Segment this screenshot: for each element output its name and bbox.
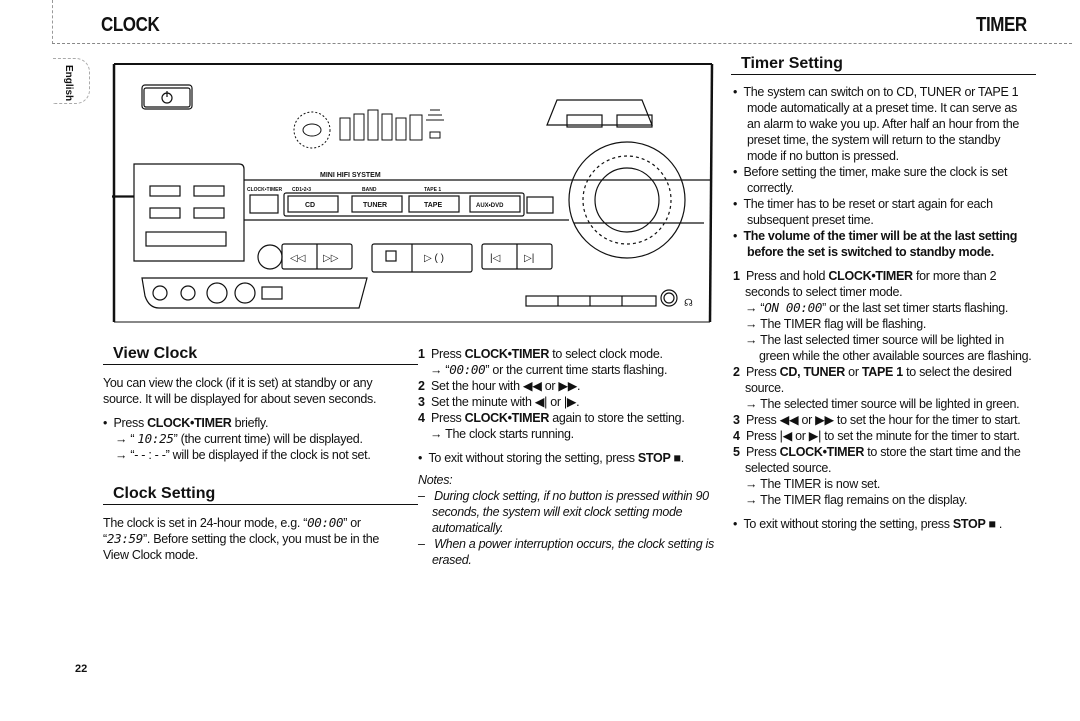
timer-step-1-result-3: → The last selected timer source will be… (745, 333, 1032, 363)
section-title-clock-setting: Clock Setting (103, 485, 418, 505)
cd-button: CD (305, 202, 315, 209)
notes-title: Notes: (418, 473, 453, 487)
timer-setting-body: • The system can switch on to CD, TUNER … (733, 84, 1033, 532)
rewind-icon: ◁◁ (290, 253, 306, 264)
band-label: BAND (362, 187, 377, 193)
clock-step-3: 3 Set the minute with ◀| or |▶. (418, 395, 580, 409)
timer-step-5: 5 Press CLOCK•TIMER to store the start t… (733, 445, 1021, 475)
note-2: – When a power interruption occurs, the … (418, 537, 714, 567)
cd-label: CD1•2•3 (292, 187, 311, 193)
view-clock-body: You can view the clock (if it is set) at… (103, 375, 403, 463)
clock-setting-steps: 1 Press CLOCK•TIMER to select clock mode… (418, 346, 718, 568)
header-rule (52, 43, 1072, 44)
timer-bullet-4: • The volume of the timer will be at the… (733, 229, 1018, 259)
clock-step-2: 2 Set the hour with ◀◀ or ▶▶. (418, 379, 581, 393)
timer-step-3: 3 Press ◀◀ or ▶▶ to set the hour for the… (733, 413, 1021, 427)
clock-step-1: 1 Press CLOCK•TIMER to select clock mode… (418, 347, 663, 361)
brand-label: MINI HIFI SYSTEM (320, 172, 381, 179)
page-number: 22 (75, 663, 88, 675)
view-clock-result-1: → “ 10:25” (the current time) will be di… (115, 431, 363, 446)
timer-step-1-result-2: → The TIMER flag will be flashing. (745, 317, 927, 331)
clock-step-4: 4 Press CLOCK•TIMER again to store the s… (418, 411, 685, 425)
clock-timer-label: CLOCK•TIMER (247, 187, 282, 193)
play-pause-icon: ▷ ( ) (424, 253, 444, 264)
next-icon: ▷| (524, 253, 534, 264)
page-title-timer: TIMER (976, 14, 1027, 36)
power-button (141, 84, 193, 110)
previous-icon: |◁ (490, 253, 501, 264)
timer-exit-note: • To exit without storing the setting, p… (733, 517, 1003, 531)
timer-step-5-result-2: → The TIMER flag remains on the display. (745, 493, 968, 507)
timer-step-2-result: → The selected timer source will be ligh… (745, 397, 1020, 411)
timer-step-2: 2 Press CD, TUNER or TAPE 1 to select th… (733, 365, 1012, 395)
clock-step-1-result: → “00:00” or the current time starts fla… (430, 362, 668, 377)
section-title-view-clock: View Clock (103, 345, 418, 365)
fast-forward-icon: ▷▷ (323, 253, 339, 264)
margin-guide (52, 0, 53, 44)
language-tab: English (53, 58, 90, 104)
timer-step-1-result-1: → “ON 00:00” or the last set timer start… (745, 300, 1009, 315)
timer-bullet-3: • The timer has to be reset or start aga… (733, 197, 993, 227)
timer-step-5-result-1: → The TIMER is now set. (745, 477, 881, 491)
clock-setting-intro: The clock is set in 24-hour mode, e.g. “… (103, 515, 380, 562)
device-illustration: MINI HIFI SYSTEM CLOCK•TIMER CD1•2•3 BAN… (112, 60, 714, 324)
timer-step-4: 4 Press |◀ or ▶| to set the minute for t… (733, 429, 1020, 443)
stop-icon (385, 250, 397, 262)
timer-step-1: 1 Press and hold CLOCK•TIMER for more th… (733, 269, 997, 299)
timer-bullet-2: • Before setting the timer, make sure th… (733, 165, 1008, 195)
view-clock-bullet: • Press CLOCK•TIMER briefly. (103, 416, 269, 430)
note-1: – During clock setting, if no button is … (418, 489, 709, 535)
tuner-button: TUNER (363, 202, 387, 209)
view-clock-intro: You can view the clock (if it is set) at… (103, 376, 377, 406)
section-title-timer-setting: Timer Setting (731, 55, 1036, 75)
clock-step-4-result: → The clock starts running. (430, 427, 574, 441)
clock-notes: Notes: – During clock setting, if no but… (418, 472, 718, 568)
timer-bullet-1: • The system can switch on to CD, TUNER … (733, 85, 1020, 163)
view-clock-result-2: → “- - : - -” will be displayed if the c… (115, 448, 371, 462)
headphones-icon: ☊ (684, 298, 693, 309)
aux-button: AUX•DVD (476, 203, 504, 209)
tape1-label: TAPE 1 (424, 187, 441, 193)
tape-button: TAPE (424, 202, 442, 209)
clock-exit-note: • To exit without storing the setting, p… (418, 451, 684, 465)
language-label: English (63, 65, 74, 102)
logo-graphic (293, 109, 444, 149)
page-title-clock: CLOCK (101, 14, 160, 36)
